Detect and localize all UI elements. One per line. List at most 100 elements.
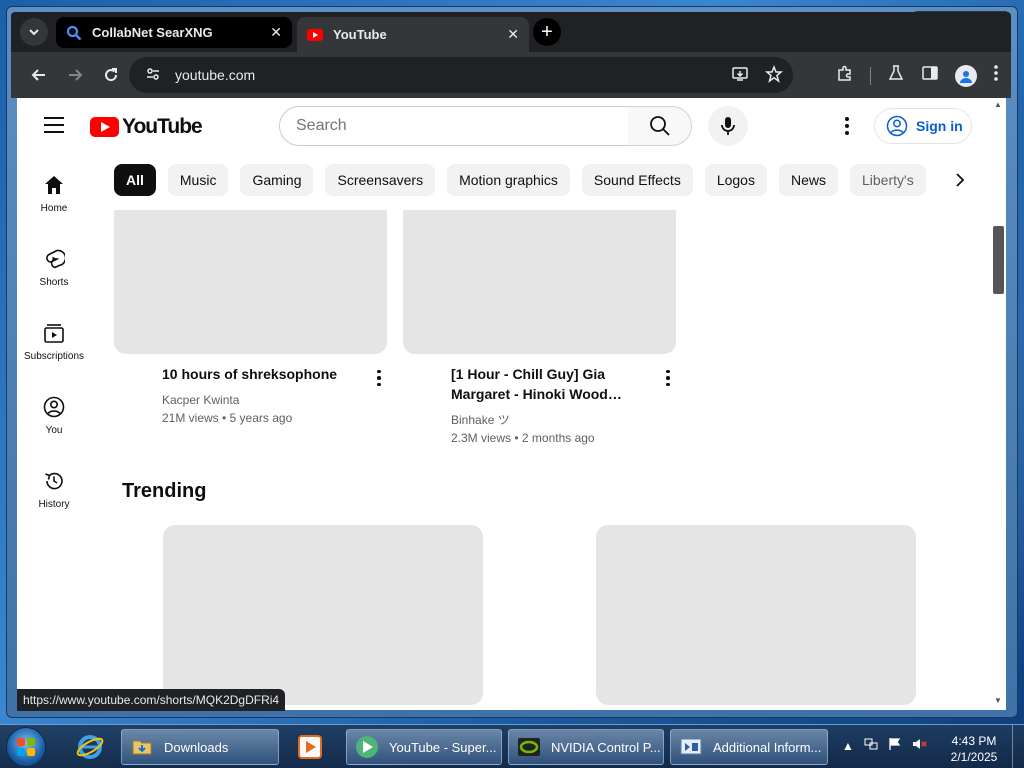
volume-muted-icon[interactable]	[912, 737, 928, 754]
reload-button[interactable]	[99, 63, 123, 87]
action-center-flag-icon[interactable]	[888, 737, 902, 754]
bookmark-star-icon[interactable]	[765, 64, 783, 88]
toolbar-divider	[870, 66, 871, 85]
taskbar-item-additional-info[interactable]: Additional Inform...	[670, 729, 828, 765]
guide-item-you[interactable]: You	[17, 395, 91, 436]
sign-in-button[interactable]: Sign in	[874, 108, 972, 144]
link-status-bubble: https://www.youtube.com/shorts/MQK2DgDFR…	[17, 689, 286, 711]
show-desktop-button[interactable]	[1012, 725, 1024, 768]
arrow-left-icon	[31, 69, 45, 81]
extensions-icon[interactable]	[836, 64, 854, 87]
video-thumbnail[interactable]	[163, 525, 483, 705]
network-icon[interactable]	[864, 737, 878, 754]
chip-gaming[interactable]: Gaming	[240, 164, 314, 196]
scroll-up-icon[interactable]: ▲	[994, 100, 1002, 109]
settings-more-button[interactable]	[835, 114, 859, 138]
taskbar-item-downloads[interactable]: Downloads	[121, 729, 279, 765]
media-player-pin[interactable]	[284, 728, 336, 766]
tab-youtube[interactable]: YouTube ✕	[297, 17, 529, 52]
taskbar: Downloads YouTube - Super... NVIDIA Cont…	[0, 724, 1024, 768]
trending-heading: Trending	[122, 480, 207, 502]
start-button[interactable]	[6, 727, 46, 767]
taskbar-item-nvidia[interactable]: NVIDIA Control P...	[508, 729, 664, 765]
video-menu-button[interactable]	[656, 366, 680, 390]
address-bar[interactable]: youtube.com	[129, 57, 793, 93]
video-menu-button[interactable]	[367, 366, 391, 390]
chevron-down-icon	[29, 29, 39, 36]
install-app-icon[interactable]	[731, 65, 749, 88]
video-thumbnail[interactable]	[403, 210, 676, 354]
chip-screensavers[interactable]: Screensavers	[325, 164, 436, 196]
voice-search-button[interactable]	[708, 106, 748, 146]
side-panel-icon[interactable]	[921, 64, 939, 87]
guide-item-shorts[interactable]: Shorts	[17, 247, 91, 288]
chip-sound-effects[interactable]: Sound Effects	[581, 164, 693, 196]
back-button[interactable]	[27, 63, 51, 87]
scrollbar-thumb[interactable]	[993, 226, 1004, 294]
video-thumbnail[interactable]	[114, 210, 387, 354]
reload-icon	[105, 68, 118, 82]
subscriptions-icon	[42, 321, 66, 345]
browser-app-icon	[355, 735, 379, 759]
search-input[interactable]	[296, 117, 628, 135]
youtube-logo[interactable]: YouTube	[90, 115, 203, 139]
taskbar-clock[interactable]: 4:43 PM 2/1/2025	[944, 733, 1004, 765]
close-tab-icon[interactable]: ✕	[270, 24, 282, 41]
chip-news[interactable]: News	[778, 164, 838, 196]
media-player-icon	[298, 735, 322, 759]
tab-search-button[interactable]	[20, 18, 48, 46]
video-title[interactable]: 10 hours of shreksophone	[162, 364, 352, 384]
guide-item-history[interactable]: History	[17, 469, 91, 510]
scroll-down-icon[interactable]: ▼	[994, 696, 1002, 705]
taskbar-item-label: Downloads	[164, 739, 229, 755]
chip-all[interactable]: All	[114, 164, 156, 196]
history-icon	[42, 469, 66, 493]
arrow-right-icon	[69, 69, 83, 81]
page-scrollbar[interactable]: ▲ ▼	[991, 98, 1006, 710]
video-channel[interactable]: Kacper Kwinta	[162, 391, 239, 409]
search-button[interactable]	[628, 106, 692, 146]
chip-libertys[interactable]: Liberty's	[850, 164, 926, 196]
forward-button[interactable]	[63, 63, 87, 87]
video-thumbnail[interactable]	[596, 525, 916, 705]
menu-icon[interactable]	[44, 117, 64, 138]
internet-explorer-pin[interactable]	[64, 728, 116, 766]
filter-chips: All Music Gaming Screensavers Motion gra…	[114, 164, 926, 198]
tab-searxng[interactable]: CollabNet SearXNG ✕	[56, 17, 292, 48]
chips-next-button[interactable]	[947, 164, 973, 196]
shorts-icon	[42, 247, 66, 271]
chip-motion-graphics[interactable]: Motion graphics	[447, 164, 570, 196]
new-tab-button[interactable]: +	[533, 18, 561, 46]
tab-title: YouTube	[333, 27, 387, 42]
chrome-menu-icon[interactable]	[993, 64, 999, 87]
site-settings-icon[interactable]	[145, 66, 165, 85]
taskbar-item-youtube[interactable]: YouTube - Super...	[346, 729, 502, 765]
profile-avatar-icon[interactable]	[955, 64, 977, 87]
video-title[interactable]: [1 Hour - Chill Guy] Gia	[451, 364, 651, 384]
tray-expand-icon[interactable]: ▲	[842, 739, 854, 753]
guide-label: Subscriptions	[23, 351, 85, 362]
account-circle-icon	[886, 115, 908, 137]
youtube-header: YouTube Sign in	[17, 98, 1006, 154]
close-tab-icon[interactable]: ✕	[507, 26, 519, 43]
nvidia-icon	[517, 735, 541, 759]
taskbar-item-label: NVIDIA Control P...	[551, 739, 661, 755]
chrome-frame: CollabNet SearXNG ✕ YouTube ✕ + youtube.…	[11, 12, 1011, 98]
video-channel[interactable]: Binhake ツ	[451, 411, 510, 429]
youtube-play-icon	[90, 117, 119, 137]
guide-item-subscriptions[interactable]: Subscriptions	[17, 321, 91, 362]
labs-flask-icon[interactable]	[887, 64, 905, 87]
windows-logo-icon	[17, 738, 35, 756]
search-icon	[649, 116, 670, 136]
search-box[interactable]	[279, 106, 629, 146]
sign-in-label: Sign in	[916, 118, 963, 134]
guide-item-home[interactable]: Home	[17, 173, 91, 214]
you-icon	[42, 395, 66, 419]
chip-logos[interactable]: Logos	[704, 164, 767, 196]
search-icon	[66, 25, 82, 41]
browser-toolbar: youtube.com	[11, 52, 1011, 98]
chip-music[interactable]: Music	[167, 164, 229, 196]
system-tray: ▲	[842, 737, 928, 754]
taskbar-item-label: YouTube - Super...	[389, 739, 497, 755]
video-title-line2[interactable]: Margaret - Hinoki Wood…	[451, 384, 651, 404]
